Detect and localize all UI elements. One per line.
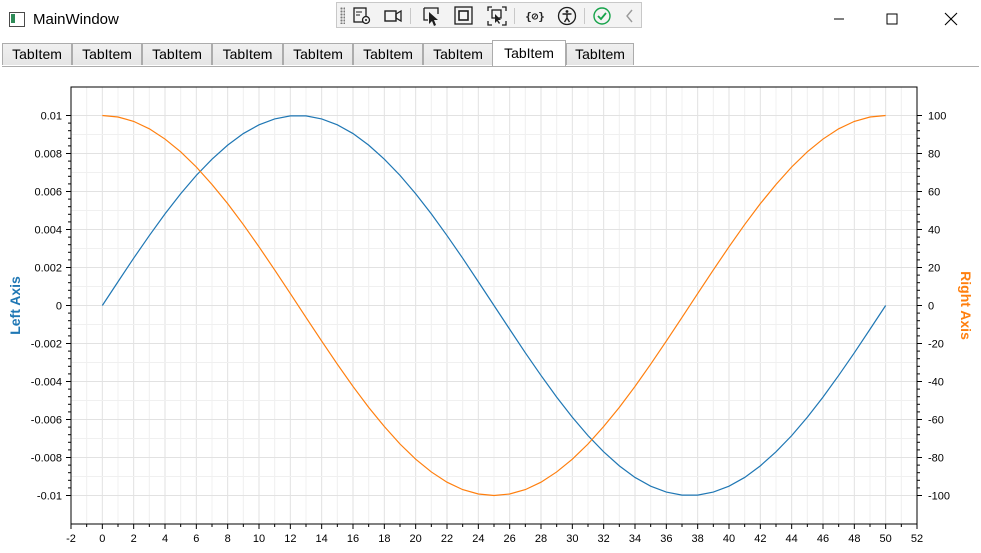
x-tick-label: 36 [660, 533, 672, 545]
left-y-tick-label: 0.008 [34, 149, 62, 161]
left-y-tick-label: -0.004 [31, 377, 62, 389]
right-y-tick-label: 0 [928, 301, 934, 313]
x-tick-label: 12 [284, 533, 296, 545]
tab-content-panel: -2 0 2 4 6 8 10 12 14 16 18 20 22 24 26 28 30 32 34 36 38 40 4… [2, 66, 979, 552]
right-y-tick-label: -80 [928, 453, 944, 465]
toolbar-separator [514, 8, 515, 24]
x-tick-label: 52 [911, 533, 923, 545]
select-element-icon[interactable] [351, 5, 373, 27]
left-y-tick-label: -0.008 [31, 453, 62, 465]
left-y-tick-label: 0.004 [34, 225, 62, 237]
binding-failures-icon[interactable]: {⊘} [524, 5, 546, 27]
tab-item-3[interactable]: TabItem [142, 43, 212, 65]
x-tick-label: 14 [316, 533, 328, 545]
right-y-tick-label: 20 [928, 263, 940, 275]
left-y-tick-label: -0.002 [31, 339, 62, 351]
x-tick-label: 0 [99, 533, 105, 545]
pointer-select-icon[interactable] [421, 5, 443, 27]
right-y-tick-label: -20 [928, 339, 944, 351]
x-tick-label: 8 [225, 533, 231, 545]
tab-item-9[interactable]: TabItem [566, 43, 634, 65]
x-tick-label: 2 [131, 533, 137, 545]
left-y-tick-label: 0.01 [41, 111, 62, 123]
x-tick-label: 50 [880, 533, 892, 545]
left-y-tick-label: 0 [56, 301, 62, 313]
tab-item-6[interactable]: TabItem [353, 43, 423, 65]
x-tick-label: 46 [817, 533, 829, 545]
title-bar: MainWindow {⊘} [0, 0, 981, 38]
tab-item-7[interactable]: TabItem [423, 43, 493, 65]
right-y-tick-label: -100 [928, 491, 950, 503]
x-tick-label: 22 [441, 533, 453, 545]
window-title: MainWindow [33, 11, 119, 28]
maximize-icon[interactable] [869, 4, 915, 34]
toolbar-separator [584, 8, 585, 24]
toolbar-grip-icon[interactable] [340, 7, 345, 24]
display-layout-adorners-icon[interactable] [453, 5, 475, 27]
track-focus-icon[interactable] [486, 5, 508, 27]
tab-item-4[interactable]: TabItem [212, 43, 283, 65]
right-axis-title: Right Axis [958, 271, 974, 340]
x-tick-label: 38 [692, 533, 704, 545]
minimize-icon[interactable] [816, 4, 862, 34]
x-tick-label: 42 [754, 533, 766, 545]
right-y-tick-label: 80 [928, 149, 940, 161]
tab-item-1[interactable]: TabItem [2, 43, 72, 65]
line-chart: -2 0 2 4 6 8 10 12 14 16 18 20 22 24 26 28 30 32 34 36 38 40 4… [7, 86, 974, 545]
tab-item-5[interactable]: TabItem [283, 43, 353, 65]
tab-item-8-selected[interactable]: TabItem [492, 40, 566, 66]
collapse-chevron-icon[interactable] [619, 5, 641, 27]
x-tick-label: 10 [253, 533, 265, 545]
x-tick-label: 26 [504, 533, 516, 545]
right-y-tick-label: 60 [928, 187, 940, 199]
x-tick-label: 20 [410, 533, 422, 545]
app-window-icon [9, 12, 25, 27]
x-tick-label: 16 [347, 533, 359, 545]
x-tick-label: 24 [472, 533, 484, 545]
x-tick-label: 18 [378, 533, 390, 545]
x-tick-label: 28 [535, 533, 547, 545]
close-icon[interactable] [928, 4, 974, 34]
x-tick-label: 4 [162, 533, 168, 545]
left-y-tick-label: -0.006 [31, 415, 62, 427]
x-tick-label: 32 [598, 533, 610, 545]
x-tick-label: 34 [629, 533, 641, 545]
left-y-tick-label: 0.006 [34, 187, 62, 199]
x-tick-label: 6 [193, 533, 199, 545]
left-axis-title: Left Axis [7, 276, 23, 335]
check-icon[interactable] [591, 5, 613, 27]
x-tick-label: 40 [723, 533, 735, 545]
accessibility-icon[interactable] [556, 5, 578, 27]
x-tick-label: 48 [848, 533, 860, 545]
x-tick-label: 44 [786, 533, 798, 545]
left-y-tick-label: -0.01 [37, 491, 62, 503]
right-y-tick-label: 40 [928, 225, 940, 237]
xaml-debug-toolbar: {⊘} [336, 2, 642, 28]
x-tick-label: -2 [66, 533, 76, 545]
right-y-tick-label: -40 [928, 377, 944, 389]
right-y-tick-label: 100 [928, 111, 946, 123]
tab-strip: TabItem TabItem TabItem TabItem TabItem … [0, 38, 981, 66]
toolbar-separator [410, 8, 411, 24]
x-tick-label: 30 [566, 533, 578, 545]
tab-item-2[interactable]: TabItem [72, 43, 142, 65]
svg-text:{⊘}: {⊘} [525, 10, 545, 23]
video-camera-icon[interactable] [382, 5, 404, 27]
right-y-tick-label: -60 [928, 415, 944, 427]
left-y-tick-label: 0.002 [34, 263, 62, 275]
